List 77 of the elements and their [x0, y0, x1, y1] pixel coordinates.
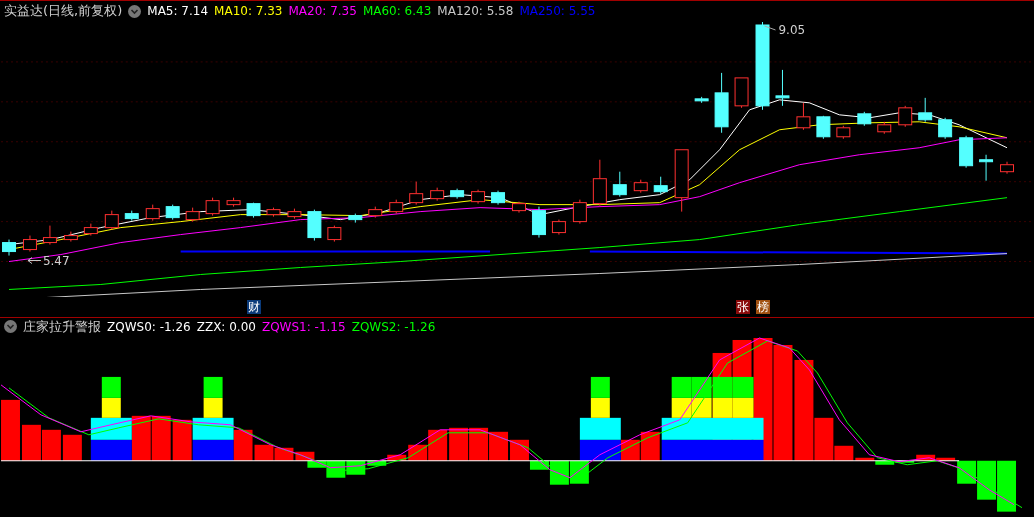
candlestick: [633, 179, 648, 194]
event-badge[interactable]: 财: [247, 300, 261, 315]
indicator-value: MA120: 5.58: [437, 4, 514, 19]
candlestick: [63, 231, 78, 242]
candlestick: [491, 190, 505, 206]
candlestick: [287, 208, 302, 220]
event-badge[interactable]: 张: [736, 300, 750, 315]
indicator-title: 庄家拉升警报: [23, 317, 101, 336]
candlestick: [2, 239, 16, 256]
candlestick: [531, 206, 546, 239]
leader-line: [764, 25, 776, 31]
candlestick: [226, 197, 241, 208]
candlestick: [979, 154, 994, 182]
candlestick: [205, 197, 220, 217]
candlestick: [714, 72, 729, 134]
event-badge[interactable]: 榜: [756, 300, 770, 315]
candlestick: [348, 213, 363, 224]
indicator-value: ZZX: 0.00: [196, 319, 256, 334]
candlestick: [23, 235, 37, 252]
histogram-bar: [295, 452, 315, 462]
candlestick: [674, 149, 689, 213]
histogram-bar: [41, 430, 61, 462]
candlestick: [877, 121, 892, 135]
candlestick: [185, 207, 200, 223]
candlestick: [165, 204, 180, 221]
candlestick: [796, 102, 811, 131]
histogram-bar: [997, 461, 1016, 512]
candlestick: [592, 159, 607, 207]
candlestick: [307, 209, 322, 241]
price-label: 5.47: [42, 253, 70, 268]
candlestick: [938, 117, 953, 140]
candlestick: [124, 210, 139, 222]
indicator-value: MA250: 5.55: [519, 4, 596, 19]
candlestick: [246, 202, 261, 219]
candlestick: [104, 210, 119, 231]
candlestick: [430, 187, 445, 202]
candlestick: [694, 96, 709, 104]
candlestick: [612, 171, 627, 198]
dropdown-icon[interactable]: [4, 320, 17, 334]
candlestick: [42, 225, 57, 245]
candlestick: [816, 115, 831, 140]
candlestick: [572, 199, 587, 225]
price-label: 9.05: [778, 22, 806, 37]
indicator-value: MA20: 7.35: [288, 4, 357, 19]
candlestick: [83, 223, 98, 237]
indicator-value: MA5: 7.14: [147, 4, 209, 19]
histogram-bar: [172, 420, 192, 462]
candlestick: [389, 199, 404, 215]
indicator-value: ZQWS1: -1.15: [261, 319, 346, 334]
candlestick: [857, 111, 872, 127]
candlestick: [836, 125, 851, 140]
candlestick: [734, 77, 749, 109]
candlestick: [775, 69, 790, 107]
candlestick: [512, 201, 526, 214]
candlestick: [266, 207, 281, 218]
indicator-value: ZQWS2: -1.26: [351, 319, 436, 334]
candlestick: [471, 189, 486, 205]
candlestick: [450, 188, 465, 200]
histogram-bar: [22, 425, 41, 462]
candlestick: [653, 176, 668, 195]
histogram-bar: [62, 435, 82, 462]
candlestick: [145, 204, 160, 222]
candlestick: [368, 206, 383, 219]
candlestick: [1000, 161, 1014, 175]
indicator-value: MA10: 7.33: [214, 4, 283, 19]
candlestick: [551, 219, 566, 236]
arrow-icon: [27, 257, 42, 264]
indicator-value: ZQWS0: -1.26: [107, 319, 191, 334]
candlestick: [898, 105, 913, 128]
chart-title: 实益达(日线,前复权): [4, 2, 123, 21]
candlestick: [959, 135, 974, 169]
candlestick: [327, 225, 342, 242]
dropdown-icon[interactable]: [128, 4, 142, 18]
candlestick: [409, 181, 424, 206]
candlestick: [918, 97, 933, 123]
indicator-value: MA60: 6.43: [362, 4, 432, 19]
histogram-bar: [1, 400, 20, 462]
